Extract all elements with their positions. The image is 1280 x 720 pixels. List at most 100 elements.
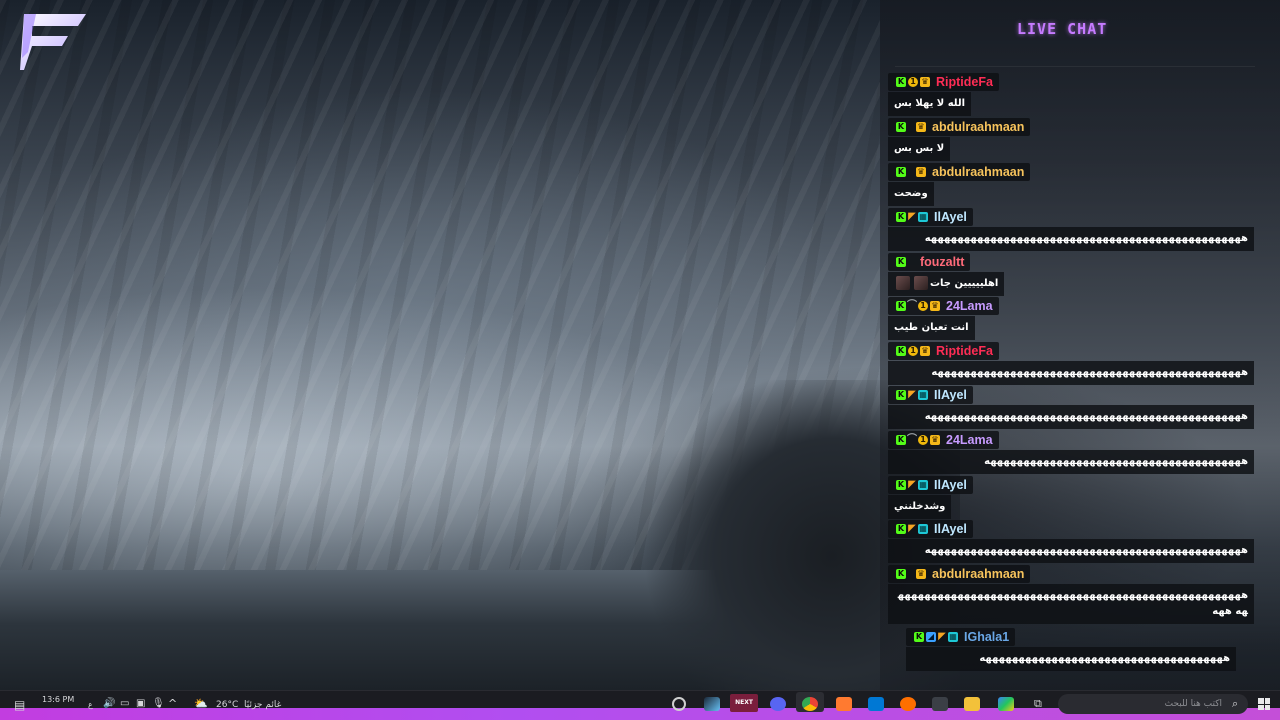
chat-message-text: هههههههههههههههههههههههههههههههههههههههه… bbox=[888, 584, 1254, 624]
crown-badge-icon: ♛ bbox=[920, 77, 930, 87]
chat-message: K ◤ ▦ IlAyel ههههههههههههههههههههههههههههههه… bbox=[888, 382, 1254, 429]
clock-time[interactable]: 13:6 PM bbox=[42, 695, 74, 704]
search-input[interactable]: اكتب هنا للبحث bbox=[1058, 694, 1248, 714]
blank-badge-icon bbox=[908, 122, 914, 132]
blank-badge-icon bbox=[908, 569, 914, 579]
coin-badge-icon: 1 bbox=[908, 77, 918, 87]
kick-badge-icon: K bbox=[896, 301, 906, 311]
cyan-badge-icon: ▦ bbox=[918, 524, 928, 534]
firefox-icon[interactable] bbox=[900, 697, 916, 711]
kick-badge-icon: K bbox=[896, 480, 906, 490]
edge-icon[interactable] bbox=[998, 697, 1014, 711]
outlook-icon[interactable] bbox=[868, 697, 884, 711]
crown-badge-icon: ♛ bbox=[916, 167, 926, 177]
chat-message: K ⌒ 1 ♛ 24Lama هههههههههههههههههههههههههههههه… bbox=[888, 427, 1254, 474]
coin-badge-icon: 1 bbox=[918, 435, 928, 445]
cyan-badge-icon: ▦ bbox=[948, 632, 958, 642]
coin-badge-icon: 1 bbox=[908, 346, 918, 356]
weather-temp[interactable]: 26°C bbox=[216, 700, 238, 710]
chat-message-text: هههههههههههههههههههههههههههههههههههههههه… bbox=[888, 539, 1254, 563]
logo-icon bbox=[20, 14, 86, 70]
kick-badge-icon: K bbox=[896, 257, 906, 267]
chat-message-header: K 1 ♛ RiptideFa bbox=[888, 73, 999, 91]
illustrator-icon[interactable] bbox=[836, 697, 852, 711]
chat-message-text: هههههههههههههههههههههههههههههههههههههههه… bbox=[888, 405, 1254, 429]
cyan-badge-icon: ▦ bbox=[918, 480, 928, 490]
chat-message-text: الله لا يهلا بس bbox=[888, 92, 972, 116]
chat-message-text: وضحت bbox=[888, 182, 934, 206]
crown-badge-icon: ♛ bbox=[930, 435, 940, 445]
crown-badge-icon: ♛ bbox=[930, 301, 940, 311]
flag-badge-icon: ◤ bbox=[908, 389, 916, 400]
chat-message: K ◤ ▦ IlAyel ههههههههههههههههههههههههههههههه… bbox=[888, 204, 1254, 251]
chat-message-header: Kfouzaltt bbox=[888, 253, 971, 271]
flag-badge-icon: ◤ bbox=[938, 631, 946, 642]
discord-icon[interactable] bbox=[770, 697, 786, 711]
chat-message-text: هههههههههههههههههههههههههههههههههههههه bbox=[906, 647, 1236, 671]
chat-message-header: K ◤ ▦ IlAyel bbox=[888, 208, 973, 226]
kick-badge-icon: K bbox=[896, 569, 906, 579]
cyan-badge-icon: ▦ bbox=[918, 212, 928, 222]
chat-username[interactable]: IlAyel bbox=[934, 522, 967, 536]
chat-message: K ♛ abdulraahmaan لا بس بس bbox=[888, 114, 1254, 161]
tilde-badge-icon: ⌒ bbox=[907, 300, 917, 311]
crown-badge-icon: ♛ bbox=[920, 346, 930, 356]
chat-username[interactable]: abdulraahmaan bbox=[932, 165, 1024, 179]
start-windows-icon[interactable] bbox=[1258, 698, 1270, 710]
display-icon[interactable]: ▣ bbox=[136, 698, 145, 709]
chat-message: Kfouzaltt اهلييييين جات bbox=[888, 249, 1254, 296]
chat-message-text: لا بس بس bbox=[888, 137, 951, 161]
chat-message-header: K ♛ abdulraahmaan bbox=[888, 118, 1031, 136]
chat-message-text: انت تعبان طيب bbox=[888, 316, 975, 340]
crown-badge-icon: ♛ bbox=[916, 569, 926, 579]
file-explorer-icon[interactable] bbox=[964, 697, 980, 711]
blank-badge-icon bbox=[908, 167, 914, 177]
chat-username[interactable]: IGhala1 bbox=[964, 630, 1009, 644]
chat-username[interactable]: IlAyel bbox=[934, 478, 967, 492]
chat-username[interactable]: abdulraahmaan bbox=[932, 120, 1024, 134]
store-icon[interactable] bbox=[932, 697, 948, 711]
chat-message-header: K ◢ ◤ ▦ IGhala1 bbox=[906, 628, 1016, 646]
microphone-icon[interactable]: 🎙 bbox=[152, 698, 165, 709]
steam-icon[interactable] bbox=[704, 697, 720, 711]
chat-message: K ◤ ▦ IlAyel وشدخلنني bbox=[888, 472, 1254, 519]
chat-divider bbox=[895, 66, 1255, 67]
chat-message: K ♛ abdulraahmaan ههههههههههههههههههههههههه… bbox=[888, 561, 1254, 624]
emote-icon bbox=[914, 276, 928, 290]
volume-icon[interactable]: 🔊 bbox=[103, 698, 115, 709]
chat-message: K 1 ♛ RiptideFa الله لا يهلا بس bbox=[888, 69, 1254, 116]
chat-message-header: K 1 ♛ RiptideFa bbox=[888, 342, 999, 360]
chat-message-header: K ♛ abdulraahmaan bbox=[888, 163, 1031, 181]
kick-badge-icon: K bbox=[896, 435, 906, 445]
notification-icon[interactable]: ▤ bbox=[14, 698, 25, 712]
language-indicator[interactable]: ع bbox=[88, 700, 93, 709]
kick-badge-icon: K bbox=[896, 346, 906, 356]
next-app-icon[interactable]: NEXT bbox=[730, 694, 758, 712]
chat-message-header: K ⌒ 1 ♛ 24Lama bbox=[888, 431, 999, 449]
chrome-icon[interactable] bbox=[802, 697, 818, 711]
chat-username[interactable]: abdulraahmaan bbox=[932, 567, 1024, 581]
chat-username[interactable]: RiptideFa bbox=[936, 75, 993, 89]
obs-icon[interactable] bbox=[672, 697, 686, 711]
blue-badge-icon: ◢ bbox=[926, 632, 936, 642]
chat-username[interactable]: 24Lama bbox=[946, 299, 993, 313]
weather-desc[interactable]: غائم جزئيًا bbox=[244, 700, 281, 710]
chat-message-header: K ⌒ 1 ♛ 24Lama bbox=[888, 297, 999, 315]
chat-message-header: K ◤ ▦ IlAyel bbox=[888, 520, 973, 538]
chevron-up-icon[interactable]: ^ bbox=[168, 697, 177, 710]
chat-username[interactable]: 24Lama bbox=[946, 433, 993, 447]
kick-badge-icon: K bbox=[896, 122, 906, 132]
chat-message: K 1 ♛ RiptideFa هههههههههههههههههههههههههههه… bbox=[888, 338, 1254, 385]
network-icon[interactable]: ▭ bbox=[120, 698, 129, 709]
chat-message-text: هههههههههههههههههههههههههههههههههههههههه bbox=[888, 450, 1254, 474]
blank-badge-icon bbox=[908, 257, 914, 267]
chat-username[interactable]: RiptideFa bbox=[936, 344, 993, 358]
chat-username[interactable]: IlAyel bbox=[934, 210, 967, 224]
chat-username[interactable]: IlAyel bbox=[934, 388, 967, 402]
chat-message-header: K ◤ ▦ IlAyel bbox=[888, 476, 973, 494]
task-view-icon[interactable]: ⧉ bbox=[1034, 697, 1042, 711]
chat-username[interactable]: fouzaltt bbox=[920, 255, 964, 269]
chat-message: K ♛ abdulraahmaan وضحت bbox=[888, 159, 1254, 206]
chat-message: K ⌒ 1 ♛ 24Lama انت تعبان طيب bbox=[888, 293, 1254, 340]
flag-badge-icon: ◤ bbox=[908, 523, 916, 534]
